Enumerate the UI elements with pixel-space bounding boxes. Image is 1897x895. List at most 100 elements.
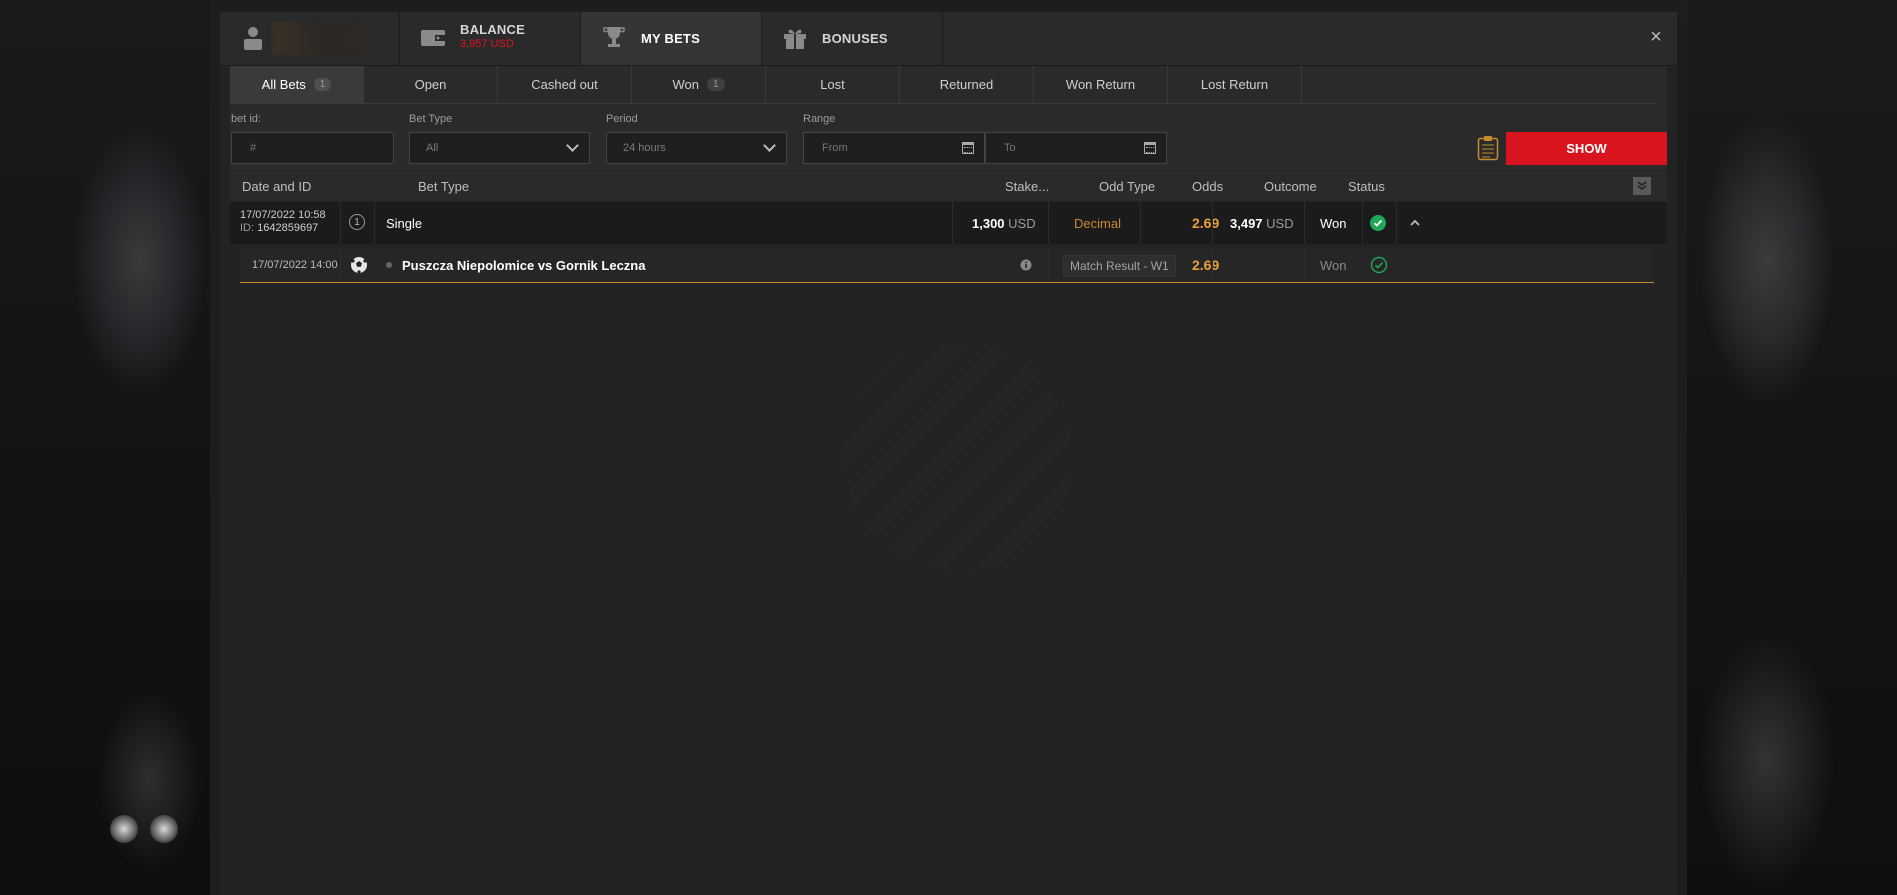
won-check-icon xyxy=(1370,202,1386,244)
tab-won-return[interactable]: Won Return xyxy=(1034,66,1168,103)
period-label: Period xyxy=(606,113,638,125)
stake-currency: USD xyxy=(1008,215,1036,231)
tab-label: Returned xyxy=(939,77,994,92)
expand-all-icon[interactable] xyxy=(1633,177,1651,195)
range-from-field[interactable] xyxy=(803,132,988,164)
col-status: Status xyxy=(1348,179,1385,194)
calendar-icon[interactable] xyxy=(1144,142,1156,154)
gift-icon xyxy=(782,25,808,51)
account-nav: BALANCE 3,957 USD MY BETS BONUSES × xyxy=(220,12,1677,66)
watermark-logo xyxy=(843,342,1073,572)
tab-all-bets[interactable]: All Bets 1 xyxy=(230,66,364,103)
bet-id-input[interactable] xyxy=(248,141,397,155)
tab-label: Lost xyxy=(820,77,845,92)
col-outcome: Outcome xyxy=(1264,179,1317,194)
cell-divider xyxy=(952,202,953,244)
clipboard-icon[interactable] xyxy=(1477,135,1499,161)
wallet-icon xyxy=(420,25,446,51)
count-badge: 1 xyxy=(706,78,725,91)
tab-returned[interactable]: Returned xyxy=(900,66,1034,103)
outcome-value: 3,497 xyxy=(1230,215,1263,231)
filter-panel: All Bets 1 Open Cashed out Won 1 Lost Re… xyxy=(230,66,1667,170)
tab-label: Open xyxy=(414,77,447,92)
cell-divider xyxy=(1396,202,1397,244)
cell-divider xyxy=(340,202,341,244)
stake-cell: 1,300 USD xyxy=(972,202,1036,244)
col-date-id: Date and ID xyxy=(242,179,312,194)
odd-type-value: Decimal xyxy=(1074,215,1121,231)
tab-bonuses[interactable]: BONUSES xyxy=(762,12,943,65)
tab-my-bets[interactable]: MY BETS xyxy=(581,12,762,65)
info-icon[interactable] xyxy=(1020,248,1032,282)
period-select[interactable]: 24 hours xyxy=(606,132,787,164)
tab-profile[interactable] xyxy=(220,12,400,65)
cell-divider xyxy=(1212,202,1213,244)
cell-divider xyxy=(1304,202,1305,244)
cell-divider xyxy=(1304,248,1305,282)
calendar-icon[interactable] xyxy=(962,142,974,154)
tab-cashed-out[interactable]: Cashed out xyxy=(498,66,632,103)
cell-divider xyxy=(340,248,341,282)
tab-balance[interactable]: BALANCE 3,957 USD xyxy=(400,12,581,65)
odds-value: 2.69 xyxy=(1192,215,1220,231)
count-badge: 1 xyxy=(313,78,332,91)
event-row: 17/07/2022 14:00 Puszcza Niepolomice vs … xyxy=(240,248,1654,283)
bet-id-field[interactable] xyxy=(231,132,397,164)
bet-date: 17/07/2022 10:58 xyxy=(240,209,326,221)
bet-id-value: 1642859697 xyxy=(257,222,319,234)
col-stake: Stake... xyxy=(1005,179,1050,194)
chevron-up-icon[interactable] xyxy=(1410,202,1420,244)
tab-open[interactable]: Open xyxy=(364,66,498,103)
my-bets-label: MY BETS xyxy=(641,31,700,46)
cell-divider xyxy=(1048,248,1049,282)
bonuses-label: BONUSES xyxy=(822,31,888,46)
col-odds: Odds xyxy=(1192,179,1224,194)
goggle-left xyxy=(110,815,138,843)
tab-lost[interactable]: Lost xyxy=(766,66,900,103)
chevron-down-icon xyxy=(763,139,776,152)
event-odds: 2.69 xyxy=(1192,257,1220,273)
modal-body: BALANCE 3,957 USD MY BETS BONUSES × All … xyxy=(220,12,1677,895)
right-backdrop xyxy=(1687,0,1897,895)
trophy-icon xyxy=(601,25,627,51)
tab-won[interactable]: Won 1 xyxy=(632,66,766,103)
period-value: 24 hours xyxy=(623,142,666,154)
match-name: Puszcza Niepolomice vs Gornik Leczna xyxy=(402,257,646,273)
cell-divider xyxy=(1362,202,1363,244)
range-to-field[interactable] xyxy=(985,132,1170,164)
market-chip: Match Result - W1 xyxy=(1063,255,1176,277)
tab-label: Won Return xyxy=(1065,77,1136,92)
tab-label: Lost Return xyxy=(1200,77,1269,92)
range-label: Range xyxy=(803,113,836,125)
bet-id-prefix: ID: xyxy=(240,222,255,234)
soccer-ball-icon xyxy=(350,248,368,282)
tab-label: All Bets xyxy=(261,77,306,92)
bet-id-label: bet id: xyxy=(231,113,261,125)
event-datetime: 17/07/2022 14:00 xyxy=(252,259,338,271)
cell-divider xyxy=(1140,248,1141,282)
chevron-down-icon xyxy=(566,139,579,152)
status-value: Won xyxy=(1320,215,1347,231)
left-backdrop xyxy=(0,0,210,895)
bet-type-label: Bet Type xyxy=(409,113,453,125)
col-odd-type: Odd Type xyxy=(1099,179,1156,194)
cell-divider xyxy=(1212,248,1213,282)
table-header: Date and ID Bet Type Stake... Odd Type O… xyxy=(230,171,1667,201)
table-row[interactable]: 17/07/2022 10:58 ID: 1642859697 1 Single… xyxy=(230,202,1667,244)
my-bets-modal: BALANCE 3,957 USD MY BETS BONUSES × All … xyxy=(210,0,1687,895)
outcome-cell: 3,497 USD xyxy=(1230,202,1294,244)
bullet-icon xyxy=(386,248,392,282)
username-blurred xyxy=(272,22,368,55)
stake-value: 1,300 xyxy=(972,215,1005,231)
outcome-currency: USD xyxy=(1266,215,1294,231)
tab-lost-return[interactable]: Lost Return xyxy=(1168,66,1302,103)
close-icon[interactable]: × xyxy=(1645,26,1667,48)
cell-divider xyxy=(1048,202,1049,244)
balance-value: 3,957 USD xyxy=(460,38,514,50)
status-tabs: All Bets 1 Open Cashed out Won 1 Lost Re… xyxy=(230,66,1657,104)
bet-type-value: All xyxy=(426,142,439,154)
bet-type-value: Single xyxy=(386,215,423,231)
show-button[interactable]: SHOW xyxy=(1506,132,1667,165)
event-status: Won xyxy=(1320,257,1347,273)
bet-type-select[interactable]: All xyxy=(409,132,590,164)
